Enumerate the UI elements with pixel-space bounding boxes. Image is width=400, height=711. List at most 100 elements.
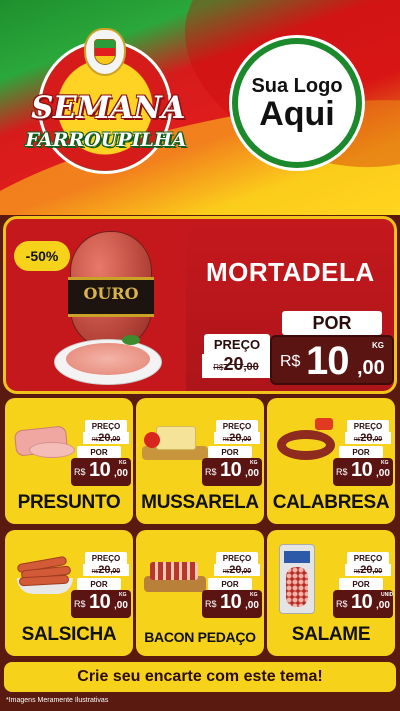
product-name: SALAME — [291, 624, 371, 645]
cta-banner[interactable]: Crie seu encarte com este tema! — [4, 662, 396, 692]
product-card-bacon: PREÇO R$ 20,00 POR R$ 10,00 KG BACON PEDAÇO — [136, 530, 264, 656]
por-label: POR — [208, 446, 252, 458]
salame-image — [271, 544, 341, 614]
presunto-image — [9, 418, 79, 466]
price-integer: 10 — [89, 591, 111, 613]
old-price-decimal: ,00 — [110, 436, 121, 443]
price-currency: R$ — [74, 467, 86, 477]
price-decimal: ,00 — [245, 600, 259, 611]
price-integer: 10 — [306, 339, 349, 383]
por-label: POR — [77, 446, 121, 458]
old-price-decimal: ,00 — [241, 436, 252, 443]
product-name: PRESUNTO — [17, 492, 121, 513]
new-price: R$ 10,00 KG — [333, 458, 393, 486]
coat-of-arms-icon — [84, 28, 126, 76]
old-price-integer: 20 — [229, 564, 242, 576]
preco-label: PREÇO — [204, 334, 270, 354]
product-name: MUSSARELA — [141, 492, 259, 513]
product-name: BACON PEDAÇO — [144, 629, 256, 645]
new-price: R$ 10 ,00 KG — [270, 335, 394, 385]
calabresa-image — [271, 418, 341, 466]
price-unit: KG — [119, 460, 127, 466]
price-decimal: ,00 — [357, 357, 385, 379]
por-label: POR — [339, 578, 383, 590]
old-price-integer: 20 — [360, 432, 373, 444]
price-integer: 10 — [351, 459, 373, 481]
new-price: R$ 10,00 KG — [202, 590, 262, 618]
event-subtitle: FARROUPILHA — [25, 129, 187, 151]
price-decimal: ,00 — [376, 600, 390, 611]
old-price: R$ 20,00 — [345, 432, 391, 444]
new-price: R$ 10,00 UNID — [333, 590, 393, 618]
old-price-integer: 20 — [360, 564, 373, 576]
price-decimal: ,00 — [245, 468, 259, 479]
new-price: R$ 10,00 KG — [71, 458, 131, 486]
salsicha-image — [9, 550, 79, 598]
old-price-decimal: ,00 — [372, 436, 383, 443]
discount-badge: -50% — [14, 241, 70, 271]
old-price-currency: R$ — [213, 363, 224, 372]
product-name: CALABRESA — [272, 492, 390, 513]
old-price: R$ 20,00 — [214, 564, 260, 576]
price-currency: R$ — [280, 353, 301, 370]
old-price-decimal: ,00 — [110, 568, 121, 575]
price-integer: 10 — [220, 459, 242, 481]
store-logo-placeholder: Sua Logo Aqui — [232, 38, 362, 168]
price-currency: R$ — [336, 467, 348, 477]
brand-name: OURO — [83, 284, 139, 303]
price-unit: KG — [250, 460, 258, 466]
featured-offer: -50% OURO MORTADELA POR PREÇO R$ 20 ,00 … — [3, 216, 397, 394]
old-price-decimal: ,00 — [243, 361, 259, 373]
price-integer: 10 — [351, 591, 373, 613]
price-currency: R$ — [74, 599, 86, 609]
price-unit: KG — [372, 341, 384, 350]
old-price: R$ 20 ,00 — [202, 354, 270, 378]
product-card-salame: PREÇO R$ 20,00 POR R$ 10,00 UNID SALAME — [267, 530, 395, 656]
old-price-integer: 20 — [229, 432, 242, 444]
price-decimal: ,00 — [114, 600, 128, 611]
new-price: R$ 10,00 KG — [71, 590, 131, 618]
por-label: POR — [77, 578, 121, 590]
preco-label: PREÇO — [347, 552, 389, 564]
old-price: R$ 20,00 — [83, 564, 129, 576]
price-currency: R$ — [205, 599, 217, 609]
price-unit: KG — [250, 592, 258, 598]
old-price-decimal: ,00 — [241, 568, 252, 575]
header-banner: SEMANA FARROUPILHA Sua Logo Aqui — [0, 0, 400, 215]
old-price-integer: 20 — [98, 432, 111, 444]
event-emblem: SEMANA FARROUPILHA — [20, 28, 190, 188]
preco-label: PREÇO — [347, 420, 389, 432]
preco-label: PREÇO — [85, 552, 127, 564]
preco-label: PREÇO — [85, 420, 127, 432]
preco-label: PREÇO — [216, 552, 258, 564]
mortadela-image: OURO — [54, 231, 164, 385]
price-integer: 10 — [89, 459, 111, 481]
price-integer: 10 — [220, 591, 242, 613]
price-unit: UNID — [381, 592, 394, 598]
price-unit: KG — [381, 460, 389, 466]
product-card-presunto: PREÇO R$ 20,00 POR R$ 10,00 KG PRESUNTO — [5, 398, 133, 524]
product-label: OURO — [68, 277, 154, 317]
price-decimal: ,00 — [114, 468, 128, 479]
por-label: POR — [208, 578, 252, 590]
product-card-salsicha: PREÇO R$ 20,00 POR R$ 10,00 KG SALSICHA — [5, 530, 133, 656]
disclaimer: *Imagens Meramente Ilustrativas — [6, 697, 109, 704]
price-decimal: ,00 — [376, 468, 390, 479]
price-currency: R$ — [336, 599, 348, 609]
por-label: POR — [339, 446, 383, 458]
old-price: R$ 20,00 — [345, 564, 391, 576]
old-price-integer: 20 — [223, 354, 244, 374]
logo-line-1: Sua Logo — [251, 74, 343, 97]
old-price: R$ 20,00 — [83, 432, 129, 444]
price-unit: KG — [119, 592, 127, 598]
new-price: R$ 10,00 KG — [202, 458, 262, 486]
product-card-calabresa: PREÇO R$ 20,00 POR R$ 10,00 KG CALABRESA — [267, 398, 395, 524]
event-title: SEMANA — [31, 90, 185, 126]
mussarela-image — [140, 418, 210, 466]
preco-label: PREÇO — [216, 420, 258, 432]
old-price-decimal: ,00 — [372, 568, 383, 575]
featured-product-name: MORTADELA — [206, 257, 375, 287]
product-name: SALSICHA — [21, 624, 117, 645]
old-price: R$ 20,00 — [214, 432, 260, 444]
old-price-integer: 20 — [98, 564, 111, 576]
